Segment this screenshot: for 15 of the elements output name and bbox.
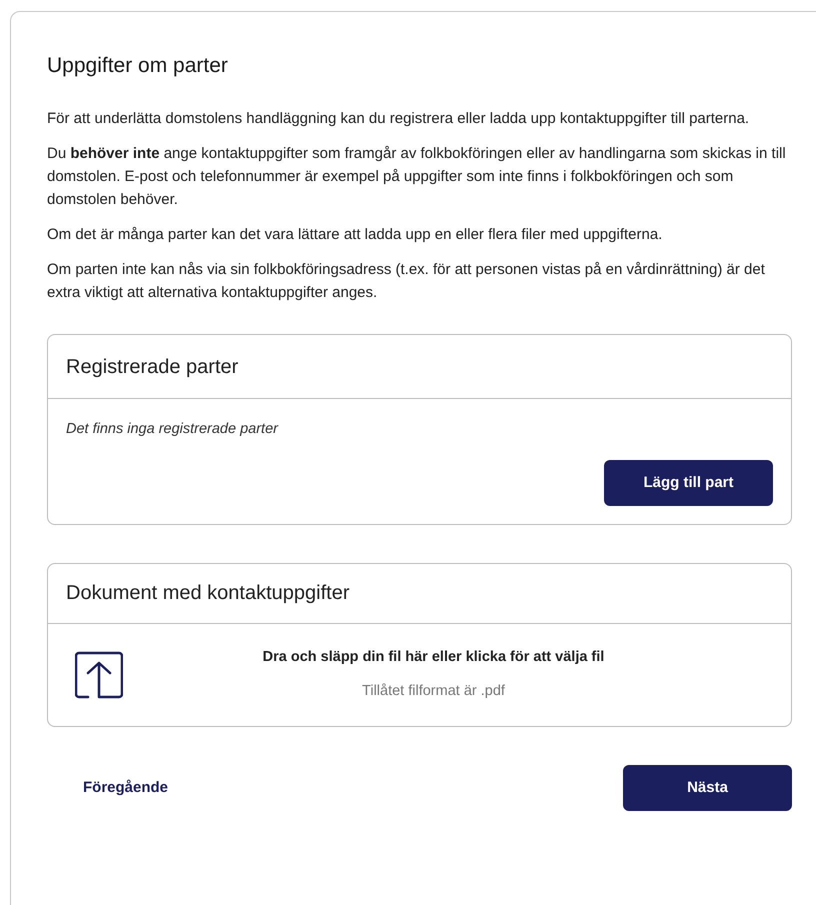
format-hint: Tillåtet filformat är .pdf	[362, 682, 505, 702]
drop-instruction: Dra och släpp din fil här eller klicka för att välja fil	[262, 648, 604, 666]
info-paragraph: För att underlätta domstolens handläggning kan du registrera eller ladda upp kontaktuppgifter till parterna.	[47, 109, 750, 129]
info-paragraph: Om parten inte kan nås via sin folkbokföringsadress (t.ex. för att personen vistas på en vårdinrättning) är det extra viktigt att alternativa kontaktuppgifter anges.	[47, 260, 766, 303]
info-paragraph: Om det är många parter kan det vara lättare att ladda upp en eller flera filer med uppgifterna.	[47, 225, 664, 245]
file-drop-zone[interactable]: Dra och släpp din fil här eller klicka för att välja fil Tillåtet filformat är .pdf	[48, 624, 791, 726]
next-button[interactable]: Nästa	[623, 764, 792, 811]
page-title: Uppgifter om parter	[47, 53, 229, 79]
panel-heading: Dokument med kontaktuppgifter	[66, 581, 350, 606]
add-party-button[interactable]: Lägg till part	[604, 460, 773, 506]
panel-heading: Registrerade parter	[66, 354, 238, 380]
empty-message: Det finns inga registrerade parter	[66, 420, 280, 439]
previous-link[interactable]: Föregående	[83, 776, 168, 799]
upload-icon	[75, 650, 123, 699]
info-paragraph: Du behöver inte ange kontaktuppgifter som framgår av folkbokföringen eller av handlingarna som skickas in till domstolen. E-post och telefonnummer är exempel på uppgifter som inte finns i folkbokföringen och som domstolen behöver.	[47, 144, 787, 210]
